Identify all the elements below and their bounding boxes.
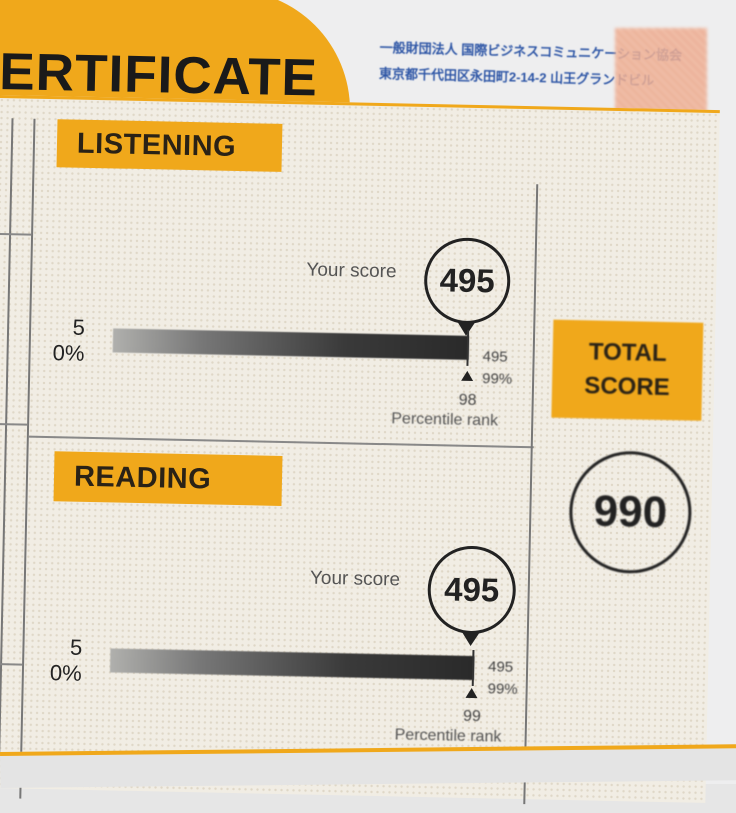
reading-percentile-label: Percentile rank bbox=[394, 726, 502, 746]
reading-score-circle: 495 bbox=[426, 545, 517, 635]
total-score-label-line1: TOTAL bbox=[588, 338, 667, 368]
listening-score-bar-fill bbox=[112, 328, 470, 360]
reading-scale-max: 495 99% bbox=[487, 656, 518, 701]
listening-percentile-label: Percentile rank bbox=[391, 410, 499, 430]
reading-scale-max-pct: 99% bbox=[487, 680, 518, 698]
reading-scale-min-score: 5 bbox=[69, 634, 83, 660]
reading-score-bar bbox=[109, 648, 475, 681]
margin-tick bbox=[0, 232, 32, 236]
reading-scale-min-pct: 0% bbox=[49, 660, 82, 686]
reading-your-score-label: Your score bbox=[309, 567, 401, 591]
reading-scale-min: 5 0% bbox=[50, 634, 83, 687]
listening-scale-min-pct: 0% bbox=[52, 340, 85, 366]
total-score-circle: 990 bbox=[568, 450, 693, 575]
listening-your-score-label: Your score bbox=[306, 259, 397, 283]
margin-rule-outer bbox=[0, 118, 14, 799]
listening-scale-max: 495 99% bbox=[482, 346, 513, 391]
total-column-divider bbox=[523, 184, 539, 805]
reading-percentile-marker bbox=[465, 687, 478, 699]
listening-scale-max-pct: 99% bbox=[481, 370, 513, 388]
listening-scale-min: 5 0% bbox=[52, 314, 85, 367]
reading-percentile-rank: 99 bbox=[462, 707, 482, 726]
margin-tick bbox=[0, 662, 23, 666]
listening-bar-end-marker bbox=[466, 329, 470, 366]
reading-section-label: READING bbox=[53, 451, 283, 506]
total-score-label-line2: SCORE bbox=[584, 372, 670, 402]
score-panel: LISTENING Your score 495 5 0% 495 99% 98… bbox=[0, 95, 720, 805]
listening-score-bar bbox=[112, 328, 470, 360]
reading-scale-max-score: 495 bbox=[487, 658, 514, 676]
certificate-paper: ERTIFICATE 一般財団法人 国際ビジネスコミュニケーション協会 東京都千… bbox=[0, 0, 736, 805]
total-score-label: TOTAL SCORE bbox=[551, 319, 704, 421]
listening-percentile-marker bbox=[461, 370, 474, 381]
listening-score-circle: 495 bbox=[423, 236, 512, 325]
margin-rule-inner bbox=[19, 118, 36, 799]
panel-bottom-edge bbox=[0, 744, 736, 788]
reading-bar-end-marker bbox=[471, 650, 475, 687]
reading-score-pointer bbox=[461, 631, 480, 647]
reading-score-bar-fill bbox=[109, 648, 475, 681]
margin-tick bbox=[0, 422, 28, 426]
listening-percentile-rank: 98 bbox=[458, 391, 477, 410]
section-divider bbox=[28, 435, 534, 449]
listening-section-label: LISTENING bbox=[56, 119, 283, 172]
listening-scale-min-score: 5 bbox=[72, 314, 86, 340]
listening-scale-max-score: 495 bbox=[482, 348, 508, 366]
